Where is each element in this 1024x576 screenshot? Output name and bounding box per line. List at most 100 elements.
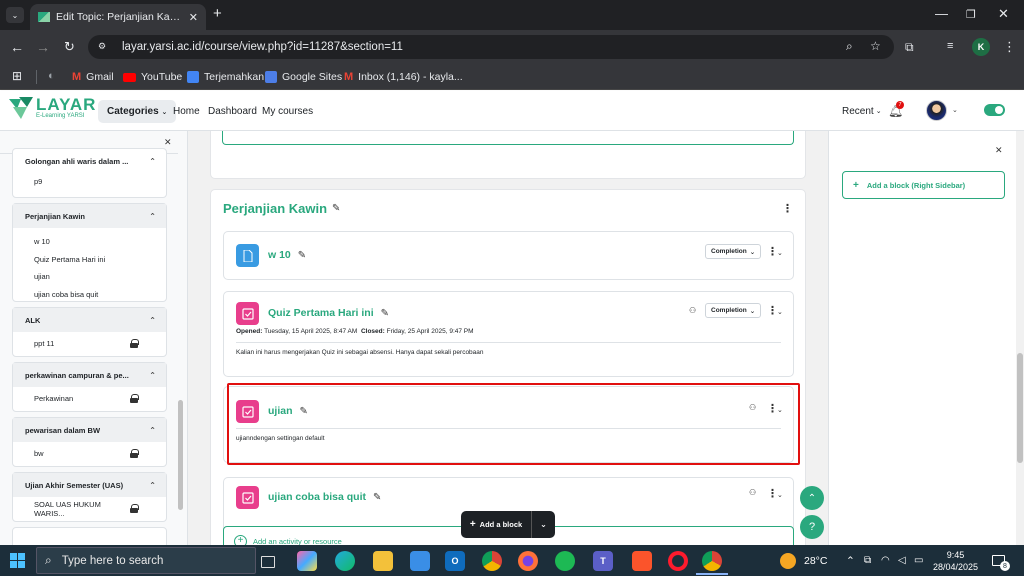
chevron-up-icon[interactable]: ⌃ <box>149 481 156 490</box>
activity-title[interactable]: w 10 ✎ <box>268 249 306 261</box>
brave-icon[interactable] <box>632 551 652 571</box>
address-bar[interactable]: ⚙ layar.yarsi.ac.id/course/view.php?id=1… <box>88 35 894 59</box>
notification-center-icon[interactable]: 8 <box>992 545 1010 576</box>
user-menu-chevron-icon[interactable]: ⌄ <box>952 106 958 114</box>
activity-title[interactable]: ujian coba bisa quit ✎ <box>268 491 381 503</box>
add-block-dropdown-icon[interactable]: ⌄ <box>531 511 555 538</box>
left-drawer-scrollbar[interactable] <box>178 400 183 510</box>
back-to-top-button[interactable]: ⌃ <box>800 486 824 510</box>
scrollbar-thumb[interactable] <box>1017 353 1023 463</box>
section-item[interactable]: bw <box>13 445 166 463</box>
edge-icon[interactable] <box>335 551 355 571</box>
battery-icon[interactable]: ▭ <box>914 545 923 576</box>
edit-pencil-icon[interactable]: ✎ <box>298 250 306 261</box>
add-block-button[interactable]: + Add a block ⌄ <box>461 511 555 538</box>
chrome-menu-icon[interactable]: ⋮ <box>1003 39 1016 55</box>
group-mode-icon[interactable]: ⚇ <box>749 488 756 497</box>
page-scrollbar[interactable] <box>1016 131 1024 545</box>
bookmark-gmail[interactable]: M Gmail <box>72 64 114 90</box>
close-drawer-icon[interactable]: ✕ <box>164 137 172 148</box>
extensions-icon[interactable]: ⧉ <box>905 40 914 55</box>
section-item[interactable]: Quiz Pertama Hari ini <box>13 251 166 269</box>
nav-recent[interactable]: Recent ⌄ <box>842 91 882 131</box>
nav-my-courses[interactable]: My courses <box>262 91 313 131</box>
bookmark-inbox[interactable]: M Inbox (1,146) - kayla... <box>344 64 463 90</box>
chevron-up-icon[interactable]: ⌃ <box>149 371 156 380</box>
bookmark-google-sites[interactable]: Google Sites <box>265 64 342 90</box>
chevron-up-icon[interactable]: ⌃ <box>149 426 156 435</box>
wifi-icon[interactable]: ◠ <box>881 545 890 576</box>
outlook-icon[interactable]: O <box>445 551 465 571</box>
activity-title[interactable]: Quiz Pertama Hari ini ✎ <box>268 307 389 319</box>
forward-icon[interactable]: → <box>36 39 50 55</box>
section-header[interactable]: perkawinan campuran & pe... ⌃ <box>13 363 166 387</box>
section-header[interactable]: ALK ⌃ <box>13 308 166 332</box>
tray-chevron-icon[interactable]: ⌃ <box>846 545 855 576</box>
completion-dropdown[interactable]: Completion ⌄ <box>705 244 762 259</box>
section-item[interactable]: ujian coba bisa quit <box>13 286 166 304</box>
section-item[interactable]: Perkawinan <box>13 390 166 408</box>
store-icon[interactable] <box>410 551 430 571</box>
edit-pencil-icon[interactable]: ✎ <box>373 492 381 503</box>
spotify-icon[interactable] <box>555 551 575 571</box>
section-item[interactable]: ujian <box>13 268 166 286</box>
file-explorer-icon[interactable] <box>373 551 393 571</box>
edit-mode-toggle[interactable] <box>984 104 1005 116</box>
add-block-right-button[interactable]: + Add a block (Right Sidebar) <box>842 171 1005 199</box>
weather-widget[interactable]: 28°C <box>780 545 827 576</box>
section-header[interactable]: Golongan ahli waris dalam ... ⌃ <box>13 149 166 173</box>
section-header[interactable]: Perjanjian Kawin ⌃ <box>13 204 166 228</box>
nav-categories[interactable]: Categories ⌄ <box>98 91 177 131</box>
task-view-icon[interactable] <box>261 556 275 568</box>
activity-menu-icon[interactable]: ⋮⌄ <box>767 245 783 258</box>
taskbar-search[interactable]: ⌕ Type here to search <box>36 547 256 574</box>
tab-search-icon[interactable]: ⌄ <box>6 7 24 23</box>
chevron-up-icon[interactable]: ⌃ <box>149 157 156 166</box>
volume-icon[interactable]: ◁ <box>898 545 906 576</box>
edit-pencil-icon[interactable]: ✎ <box>381 308 389 319</box>
completion-dropdown[interactable]: Completion ⌄ <box>705 303 762 318</box>
windows-start-icon[interactable] <box>10 553 25 568</box>
section-header[interactable]: Ujian Akhir Semester (UAS) ⌃ <box>13 473 166 497</box>
zoom-icon[interactable]: ⌕ <box>846 39 853 54</box>
section-title[interactable]: Perjanjian Kawin ✎ <box>223 201 340 216</box>
back-icon[interactable]: ← <box>10 39 24 55</box>
new-tab-icon[interactable]: + <box>213 5 222 22</box>
bookmark-youtube[interactable]: YouTube <box>123 64 182 90</box>
activity-menu-icon[interactable]: ⋮⌄ <box>767 487 783 500</box>
site-logo[interactable]: LAYAR E-Learning YARSI <box>9 96 96 119</box>
section-item[interactable]: p9 <box>13 173 166 191</box>
chrome-icon[interactable] <box>482 551 502 571</box>
close-drawer-icon[interactable]: ✕ <box>995 145 1003 156</box>
bookmark-star-icon[interactable]: ☆ <box>870 39 881 53</box>
minimize-icon[interactable]: — <box>935 6 948 21</box>
section-item[interactable]: ppt 11 <box>13 335 166 353</box>
reload-icon[interactable]: ↻ <box>64 39 75 55</box>
browser-tab-active[interactable]: Edit Topic: Perjanjian Kawin | te ✕ <box>30 4 206 30</box>
restore-icon[interactable]: ❐ <box>966 8 976 21</box>
site-info-icon[interactable]: ⚙ <box>98 41 106 52</box>
activity-menu-icon[interactable]: ⋮⌄ <box>767 304 783 317</box>
opera-icon[interactable] <box>668 551 688 571</box>
section-header[interactable]: pewarisan dalam BW ⌃ <box>13 418 166 442</box>
previous-add-activity[interactable] <box>222 131 794 145</box>
copilot-icon[interactable] <box>297 551 317 571</box>
teams-icon[interactable]: T <box>593 551 613 571</box>
firefox-icon[interactable] <box>518 551 538 571</box>
edit-pencil-icon[interactable]: ✎ <box>332 203 340 214</box>
section-item[interactable]: SOAL UAS HUKUM WARIS... <box>13 500 166 518</box>
chevron-up-icon[interactable]: ⌃ <box>149 212 156 221</box>
apps-grid-icon[interactable]: ⊞ <box>12 69 22 83</box>
group-mode-icon[interactable]: ⚇ <box>689 306 696 315</box>
media-control-icon[interactable]: ≡ <box>947 40 953 52</box>
help-button[interactable]: ? <box>800 515 824 539</box>
chrome-active-icon[interactable] <box>702 551 722 571</box>
chevron-up-icon[interactable]: ⌃ <box>149 316 156 325</box>
nav-home[interactable]: Home <box>173 91 200 131</box>
section-menu-icon[interactable]: ⋮ <box>782 202 793 215</box>
bookmark-translate[interactable]: Terjemahkan <box>187 64 264 90</box>
tab-close-icon[interactable]: ✕ <box>189 11 198 24</box>
clock[interactable]: 9:45 28/04/2025 <box>933 545 978 576</box>
tray-network-icon[interactable]: ⧉ <box>864 545 871 576</box>
user-avatar[interactable] <box>926 100 947 121</box>
